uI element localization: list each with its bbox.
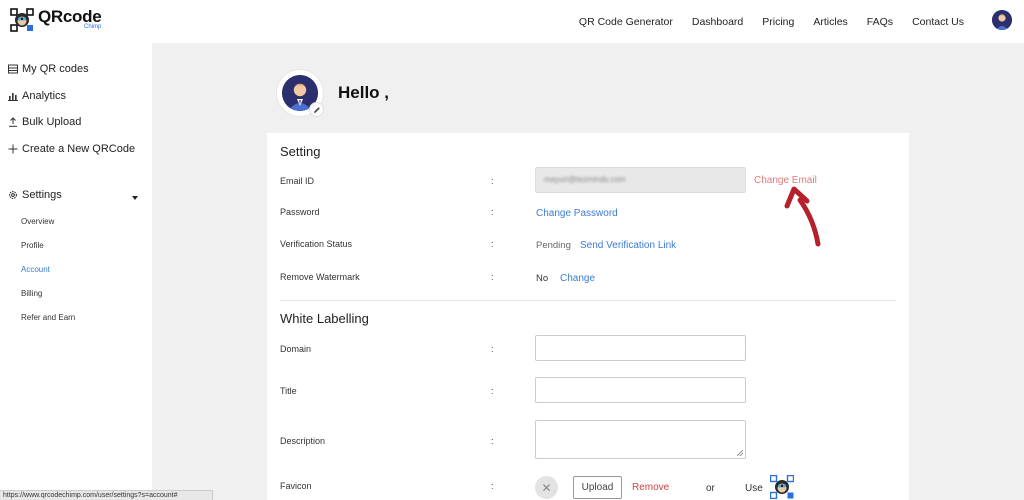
chevron-down-icon[interactable] [132, 196, 138, 200]
main-nav: QR Code Generator Dashboard Pricing Arti… [579, 0, 964, 43]
sidebar-item-label: My QR codes [22, 63, 89, 75]
brand-name: QRcode [38, 7, 102, 26]
list-icon [7, 64, 18, 75]
verification-status-label: Verification Status [280, 239, 353, 249]
gear-icon [7, 190, 18, 201]
email-field: mayuri@tezminds.com [535, 167, 746, 193]
verification-status-value: Pending [536, 240, 571, 251]
nav-dashboard[interactable]: Dashboard [692, 16, 743, 28]
browser-status-url: https://www.qrcodechimp.com/user/setting… [0, 490, 213, 500]
brand-logo[interactable]: QRcode Chimp [10, 7, 102, 32]
domain-label: Domain [280, 344, 312, 354]
description-textarea[interactable] [535, 420, 746, 459]
section-title-white-labelling: White Labelling [280, 311, 369, 326]
colon: : [491, 239, 494, 249]
email-label: Email ID [280, 176, 315, 186]
annotation-arrow-icon [784, 186, 821, 247]
sidebar-item-label: Create a New QRCode [22, 143, 136, 155]
colon: : [491, 436, 494, 446]
page-greeting: Hello , [338, 83, 390, 102]
nav-faqs[interactable]: FAQs [867, 16, 893, 28]
edit-pencil-icon[interactable] [310, 103, 323, 116]
colon: : [491, 386, 494, 396]
sidebar-item-label: Analytics [22, 90, 67, 102]
user-avatar-icon [992, 10, 1012, 30]
colon: : [491, 207, 494, 217]
sidebar-item-my-qr-codes[interactable]: My QR codes [7, 63, 89, 75]
sidebar-item-create-new-qrcode[interactable]: Create a New QRCode [7, 143, 135, 155]
remove-watermark-value: No [536, 273, 549, 284]
sidebar-subitem-refer-and-earn[interactable]: Refer and Earn [21, 313, 75, 322]
email-value: mayuri@tezminds.com [544, 175, 626, 184]
sidebar-item-analytics[interactable]: Analytics [7, 90, 66, 102]
sidebar: My QR codes Analytics Bulk Upload Create… [0, 43, 152, 500]
change-email-link[interactable]: Change Email [754, 175, 817, 186]
resize-handle-icon[interactable] [737, 450, 743, 456]
nav-articles[interactable]: Articles [813, 16, 847, 28]
default-favicon-icon[interactable] [770, 475, 794, 499]
profile-picture[interactable] [277, 70, 323, 116]
domain-input[interactable] [535, 335, 746, 361]
nav-pricing[interactable]: Pricing [762, 16, 794, 28]
change-password-link[interactable]: Change Password [536, 208, 618, 219]
favicon-upload-button[interactable]: Upload [573, 476, 622, 499]
favicon-label: Favicon [280, 481, 312, 491]
nav-qr-code-generator[interactable]: QR Code Generator [579, 16, 673, 28]
title-label: Title [280, 386, 297, 396]
sidebar-item-label: Settings [22, 189, 62, 201]
nav-contact-us[interactable]: Contact Us [912, 16, 964, 28]
send-verification-link[interactable]: Send Verification Link [580, 240, 676, 251]
sidebar-item-bulk-upload[interactable]: Bulk Upload [7, 116, 81, 128]
chimp-logo-icon [10, 8, 34, 32]
change-watermark-link[interactable]: Change [560, 273, 595, 284]
top-navbar: QRcode Chimp QR Code Generator Dashboard… [0, 0, 1024, 43]
section-divider [280, 300, 896, 301]
remove-watermark-label: Remove Watermark [280, 272, 360, 282]
favicon-remove-link[interactable]: Remove [632, 482, 669, 493]
colon: : [491, 176, 494, 186]
user-avatar[interactable] [992, 10, 1012, 30]
sidebar-item-settings[interactable]: Settings [7, 189, 62, 201]
bar-chart-icon [7, 91, 18, 102]
title-input[interactable] [535, 377, 746, 403]
section-title-setting: Setting [280, 144, 321, 159]
colon: : [491, 272, 494, 282]
sidebar-subitem-profile[interactable]: Profile [21, 241, 44, 250]
sidebar-subitem-billing[interactable]: Billing [21, 289, 42, 298]
sidebar-subitem-overview[interactable]: Overview [21, 217, 54, 226]
colon: : [491, 344, 494, 354]
favicon-clear-icon[interactable]: ✕ [535, 476, 558, 499]
sidebar-item-label: Bulk Upload [22, 116, 82, 128]
password-label: Password [280, 207, 320, 217]
description-label: Description [280, 436, 326, 446]
upload-icon [7, 117, 18, 128]
plus-icon [7, 144, 18, 155]
sidebar-subitem-account[interactable]: Account [21, 265, 50, 274]
colon: : [491, 481, 494, 491]
